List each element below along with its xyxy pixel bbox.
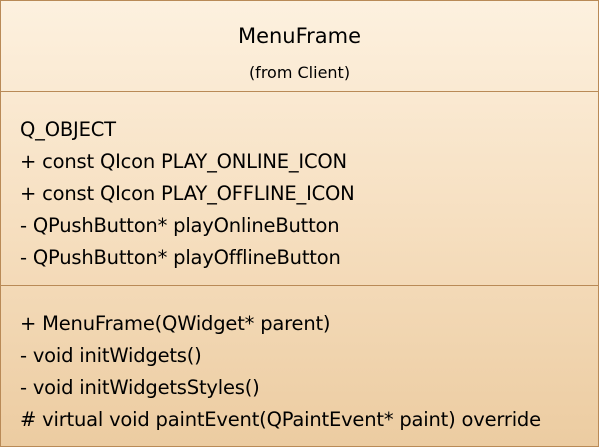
operation-item: - void initWidgetsStyles() xyxy=(20,376,260,399)
operation-item: + MenuFrame(QWidget* parent) xyxy=(20,312,331,335)
attribute-item: + const QIcon PLAY_OFFLINE_ICON xyxy=(20,182,355,205)
attribute-item: - QPushButton* playOnlineButton xyxy=(20,214,340,237)
uml-class-box[interactable]: MenuFrame (from Client) Q_OBJECT + const… xyxy=(0,0,599,447)
operation-list: + MenuFrame(QWidget* parent) - void init… xyxy=(20,308,541,436)
class-header: MenuFrame (from Client) xyxy=(1,1,598,92)
operation-item: # virtual void paintEvent(QPaintEvent* p… xyxy=(20,408,541,431)
operations-compartment: + MenuFrame(QWidget* parent) - void init… xyxy=(1,286,598,446)
attribute-list: Q_OBJECT + const QIcon PLAY_ONLINE_ICON … xyxy=(20,114,355,274)
class-name: MenuFrame xyxy=(237,24,362,48)
attribute-item: + const QIcon PLAY_ONLINE_ICON xyxy=(20,150,347,173)
attribute-item: - QPushButton* playOfflineButton xyxy=(20,246,341,269)
attributes-compartment: Q_OBJECT + const QIcon PLAY_ONLINE_ICON … xyxy=(1,92,598,286)
class-package: (from Client) xyxy=(248,63,351,82)
operation-item: - void initWidgets() xyxy=(20,344,202,367)
attribute-item: Q_OBJECT xyxy=(20,118,116,141)
